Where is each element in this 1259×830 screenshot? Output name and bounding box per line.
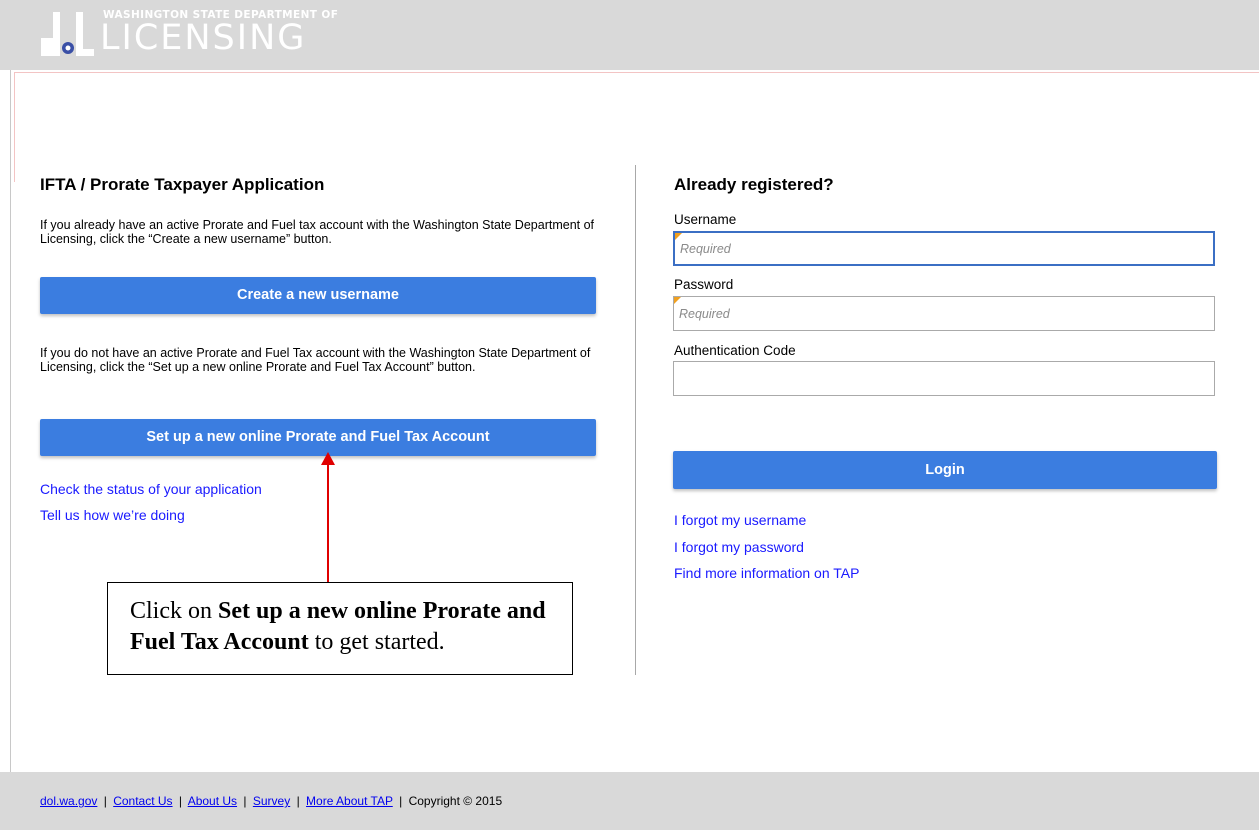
required-marker-icon <box>675 233 682 240</box>
auth-code-input[interactable] <box>673 361 1215 396</box>
footer-link-contact[interactable]: Contact Us <box>113 794 172 808</box>
left-accent-line <box>14 72 15 182</box>
footer-link-more-tap[interactable]: More About TAP <box>306 794 393 808</box>
footer-separator: | <box>178 794 183 808</box>
existing-account-instructions: If you already have an active Prorate an… <box>40 218 595 246</box>
login-button[interactable]: Login <box>673 451 1217 489</box>
footer-separator: | <box>399 794 403 808</box>
footer-link-about[interactable]: About Us <box>188 794 237 808</box>
setup-account-button[interactable]: Set up a new online Prorate and Fuel Tax… <box>40 419 596 456</box>
application-title: IFTA / Prorate Taxpayer Application <box>40 175 325 194</box>
username-input[interactable] <box>673 231 1215 266</box>
site-footer: dol.wa.gov | Contact Us | About Us | Sur… <box>0 772 1259 830</box>
annotation-callout: Click on Set up a new online Prorate and… <box>107 582 573 675</box>
footer-link-survey[interactable]: Survey <box>253 794 290 808</box>
site-header: WASHINGTON STATE DEPARTMENT OF LICENSING <box>0 0 1259 70</box>
callout-prefix: Click on <box>130 598 218 624</box>
page-frame-border <box>10 70 11 772</box>
feedback-link[interactable]: Tell us how we’re doing <box>40 507 185 523</box>
new-account-instructions: If you do not have an active Prorate and… <box>40 346 591 374</box>
annotation-arrow-line <box>327 462 329 582</box>
dol-logo-icon <box>41 12 94 56</box>
create-username-button[interactable]: Create a new username <box>40 277 596 314</box>
check-status-link[interactable]: Check the status of your application <box>40 481 262 497</box>
auth-code-label: Authentication Code <box>674 343 796 358</box>
top-accent-line <box>14 72 1259 73</box>
footer-separator: | <box>296 794 300 808</box>
tap-info-link[interactable]: Find more information on TAP <box>674 565 859 581</box>
footer-link-dol[interactable]: dol.wa.gov <box>40 794 97 808</box>
callout-suffix: to get started. <box>308 629 445 655</box>
footer-separator: | <box>103 794 107 808</box>
footer-separator: | <box>243 794 247 808</box>
password-input[interactable] <box>673 296 1215 331</box>
forgot-password-link[interactable]: I forgot my password <box>674 539 804 555</box>
footer-links: dol.wa.gov | Contact Us | About Us | Sur… <box>40 794 502 808</box>
login-title: Already registered? <box>674 175 834 194</box>
username-label: Username <box>674 212 737 227</box>
forgot-username-link[interactable]: I forgot my username <box>674 512 806 528</box>
column-divider <box>635 165 636 675</box>
required-marker-icon <box>674 297 681 304</box>
copyright-text: Copyright © 2015 <box>408 794 503 808</box>
password-label: Password <box>674 277 734 292</box>
logo-brand-text: LICENSING <box>100 18 307 58</box>
